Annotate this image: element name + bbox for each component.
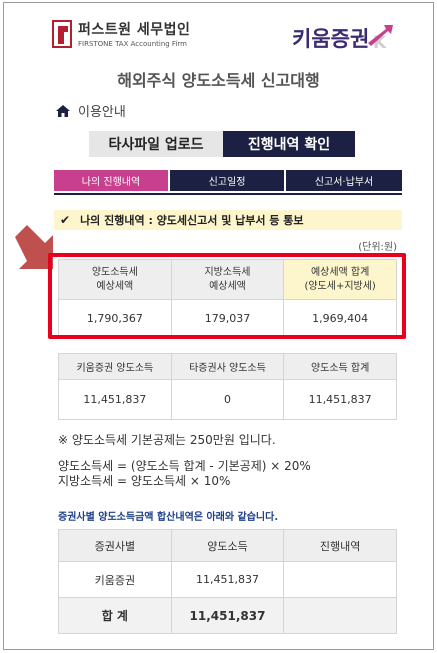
broker-breakdown-table: 증권사별 양도소득 진행내역 키움증권 11,451,837 합 계 11,45… xyxy=(58,529,397,634)
tax-formula: 양도소득세 = (양도소득 합계 - 기본공제) × 20% 지방소득세 = 양… xyxy=(58,459,311,489)
app-frame: 퍼스트원 세무법인 FIRSTONE TAX Accounting Firm 키… xyxy=(3,2,434,650)
home-icon xyxy=(56,104,70,117)
row-income: 11,451,837 xyxy=(170,561,285,598)
page-title: 해외주식 양도소득세 신고대행 xyxy=(117,71,320,90)
home-breadcrumb[interactable]: 이용안내 xyxy=(56,101,126,120)
notice-text: 나의 진행내역 : 양도세신고서 및 납부서 등 통보 xyxy=(80,214,304,227)
row-status xyxy=(283,561,397,598)
header-broker: 증권사별 xyxy=(58,529,172,562)
tab-filing-payment[interactable]: 신고서·납부서 xyxy=(286,170,402,191)
formula-capital-gains: 양도소득세 = (양도소득 합계 - 기본공제) × 20% xyxy=(58,459,311,473)
header-status: 진행내역 xyxy=(283,529,397,562)
value-other-broker-gains: 0 xyxy=(170,379,285,420)
check-progress-button[interactable]: 진행내역 확인 xyxy=(223,131,355,157)
broker-section-heading: 증권사별 양도소득금액 합산내역은 아래와 같습니다. xyxy=(58,512,279,523)
total-label: 합 계 xyxy=(58,597,172,634)
top-buttons: 타사파일 업로드 진행내역 확인 xyxy=(89,131,355,157)
header-other-broker-gains: 타증권사 양도소득 xyxy=(170,353,285,380)
kiwoom-logo-text: 키움증권 xyxy=(292,27,370,51)
formula-local-tax: 지방소득세 = 양도소득세 × 10% xyxy=(58,474,231,488)
capital-gains-table: 키움증권 양도소득 타증권사 양도소득 양도소득 합계 11,451,837 0… xyxy=(58,353,397,420)
header: 퍼스트원 세무법인 FIRSTONE TAX Accounting Firm 키… xyxy=(4,3,433,61)
check-icon: ✔ xyxy=(60,213,71,227)
tab-bar: 나의 진행내역 신고일정 신고서·납부서 xyxy=(54,170,404,191)
value-gains-total: 11,451,837 xyxy=(283,379,397,420)
highlight-box xyxy=(48,253,406,339)
deduction-note: ※ 양도소득세 기본공제는 250만원 입니다. xyxy=(58,433,276,447)
value-kiwoom-gains: 11,451,837 xyxy=(58,379,172,420)
tab-underline xyxy=(54,193,402,195)
upload-other-file-button[interactable]: 타사파일 업로드 xyxy=(89,131,223,157)
kiwoom-logo-icon: K xyxy=(368,25,393,51)
tab-filing-schedule[interactable]: 신고일정 xyxy=(170,170,284,191)
tab-my-progress[interactable]: 나의 진행내역 xyxy=(54,170,168,191)
firstone-logo-icon xyxy=(52,19,72,48)
unit-label: (단위:원) xyxy=(358,242,397,253)
header-gains-total: 양도소득 합계 xyxy=(283,353,397,380)
total-row: 합 계 11,451,837 xyxy=(58,597,397,634)
notice-bar: ✔ 나의 진행내역 : 양도세신고서 및 납부서 등 통보 xyxy=(54,210,402,230)
firstone-logo: 퍼스트원 세무법인 FIRSTONE TAX Accounting Firm xyxy=(52,19,190,48)
header-income: 양도소득 xyxy=(170,529,285,562)
firstone-logo-subtext: FIRSTONE TAX Accounting Firm xyxy=(78,40,187,48)
header-kiwoom-gains: 키움증권 양도소득 xyxy=(58,353,172,380)
total-income: 11,451,837 xyxy=(170,597,285,634)
firstone-logo-text: 퍼스트원 세무법인 xyxy=(78,22,191,38)
total-status xyxy=(283,597,397,634)
table-row: 키움증권 11,451,837 xyxy=(58,561,397,598)
row-broker-name: 키움증권 xyxy=(58,561,172,598)
home-label: 이용안내 xyxy=(78,105,126,120)
